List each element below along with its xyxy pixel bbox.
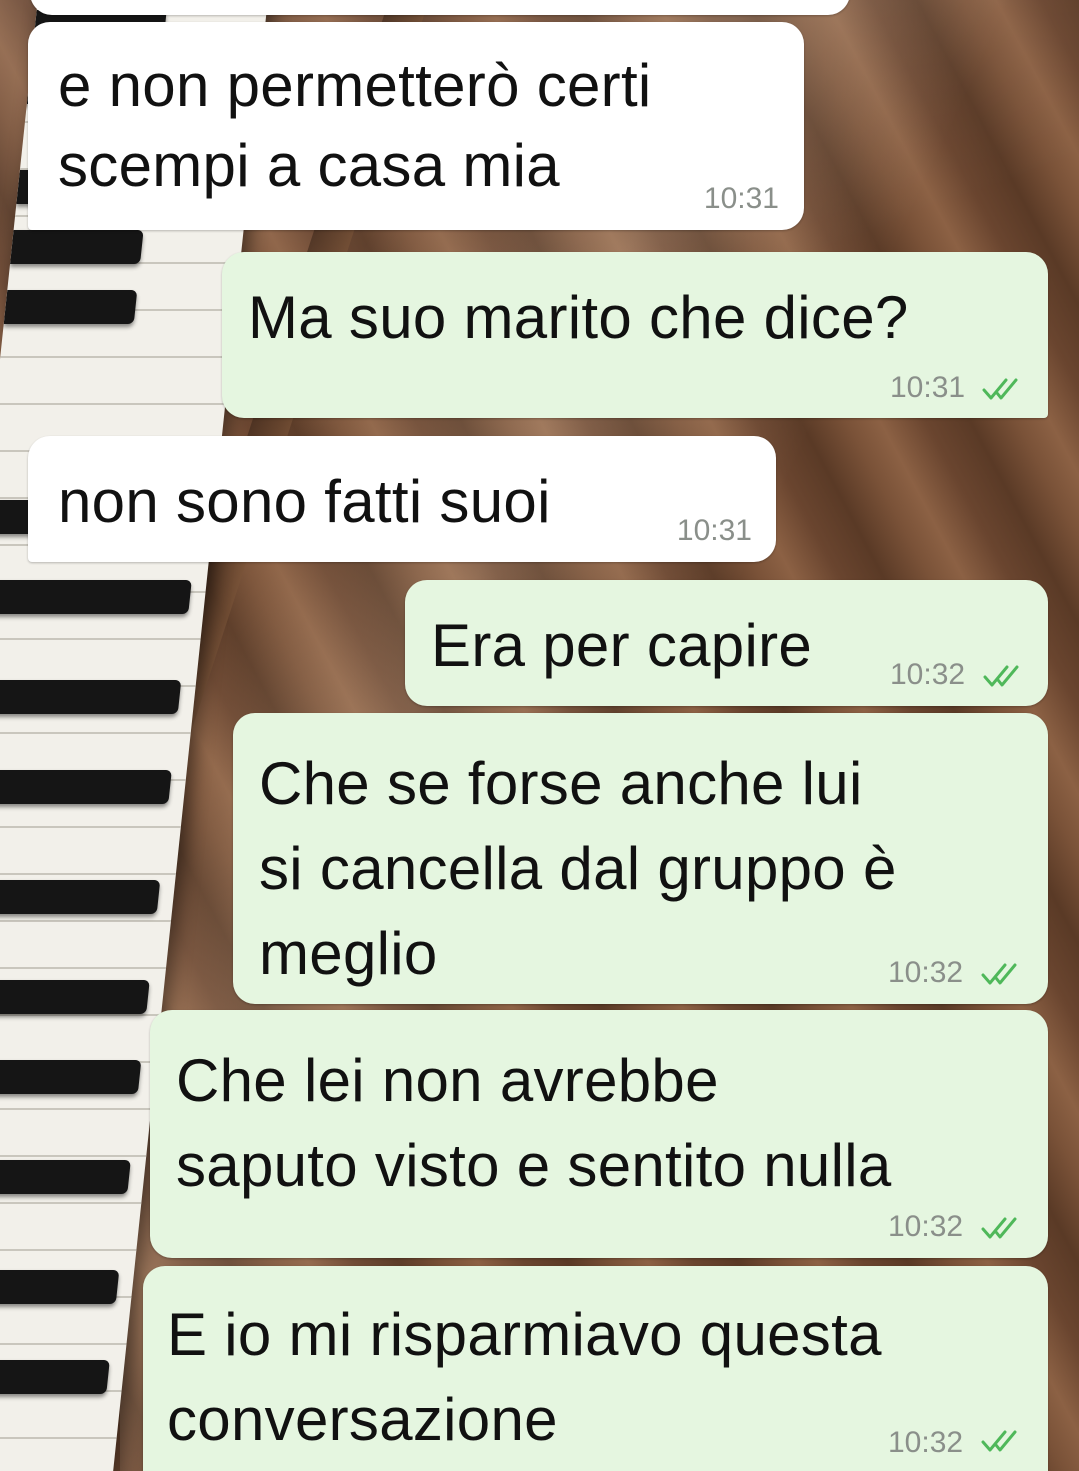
message-time: 10:31 xyxy=(890,371,966,404)
message-text: Era per capire xyxy=(431,612,813,679)
conversation-view[interactable]: e non permetterò certi scempi a casa mia… xyxy=(0,0,1079,1471)
double-check-icon xyxy=(981,963,1017,985)
message-time: 10:32 xyxy=(888,1210,964,1243)
message-text: E io mi risparmiavo questa conversazione xyxy=(167,1301,882,1453)
message-text: Che se forse anche lui si cancella dal g… xyxy=(259,750,897,987)
message-time: 10:32 xyxy=(890,658,966,691)
message-bubble-outgoing[interactable]: E io mi risparmiavo questa conversazione… xyxy=(143,1266,1048,1471)
message-text: Che lei non avrebbe saputo visto e senti… xyxy=(176,1047,892,1199)
message-text: non sono fatti suoi xyxy=(58,468,551,535)
message-bubble-partial[interactable] xyxy=(30,0,850,15)
message-bubble-outgoing[interactable]: Era per capire 10:32 xyxy=(405,580,1048,706)
message-bubble-incoming[interactable]: e non permetterò certi scempi a casa mia… xyxy=(28,22,804,230)
message-bubble-outgoing[interactable]: Ma suo marito che dice? 10:31 xyxy=(222,252,1048,418)
message-time: 10:31 xyxy=(703,182,779,215)
double-check-icon xyxy=(981,1430,1017,1452)
double-check-icon xyxy=(981,1217,1017,1239)
double-check-icon xyxy=(983,665,1019,687)
message-time: 10:32 xyxy=(888,956,964,989)
message-time: 10:32 xyxy=(888,1426,964,1459)
message-bubble-outgoing[interactable]: Che lei non avrebbe saputo visto e senti… xyxy=(150,1010,1048,1258)
message-bubble-outgoing[interactable]: Che se forse anche lui si cancella dal g… xyxy=(233,713,1048,1004)
double-check-icon xyxy=(982,378,1018,400)
message-text: Ma suo marito che dice? xyxy=(248,284,909,351)
message-text: e non permetterò certi scempi a casa mia xyxy=(58,52,652,199)
message-time: 10:31 xyxy=(676,514,752,547)
message-bubble-incoming[interactable]: non sono fatti suoi 10:31 xyxy=(28,436,776,562)
